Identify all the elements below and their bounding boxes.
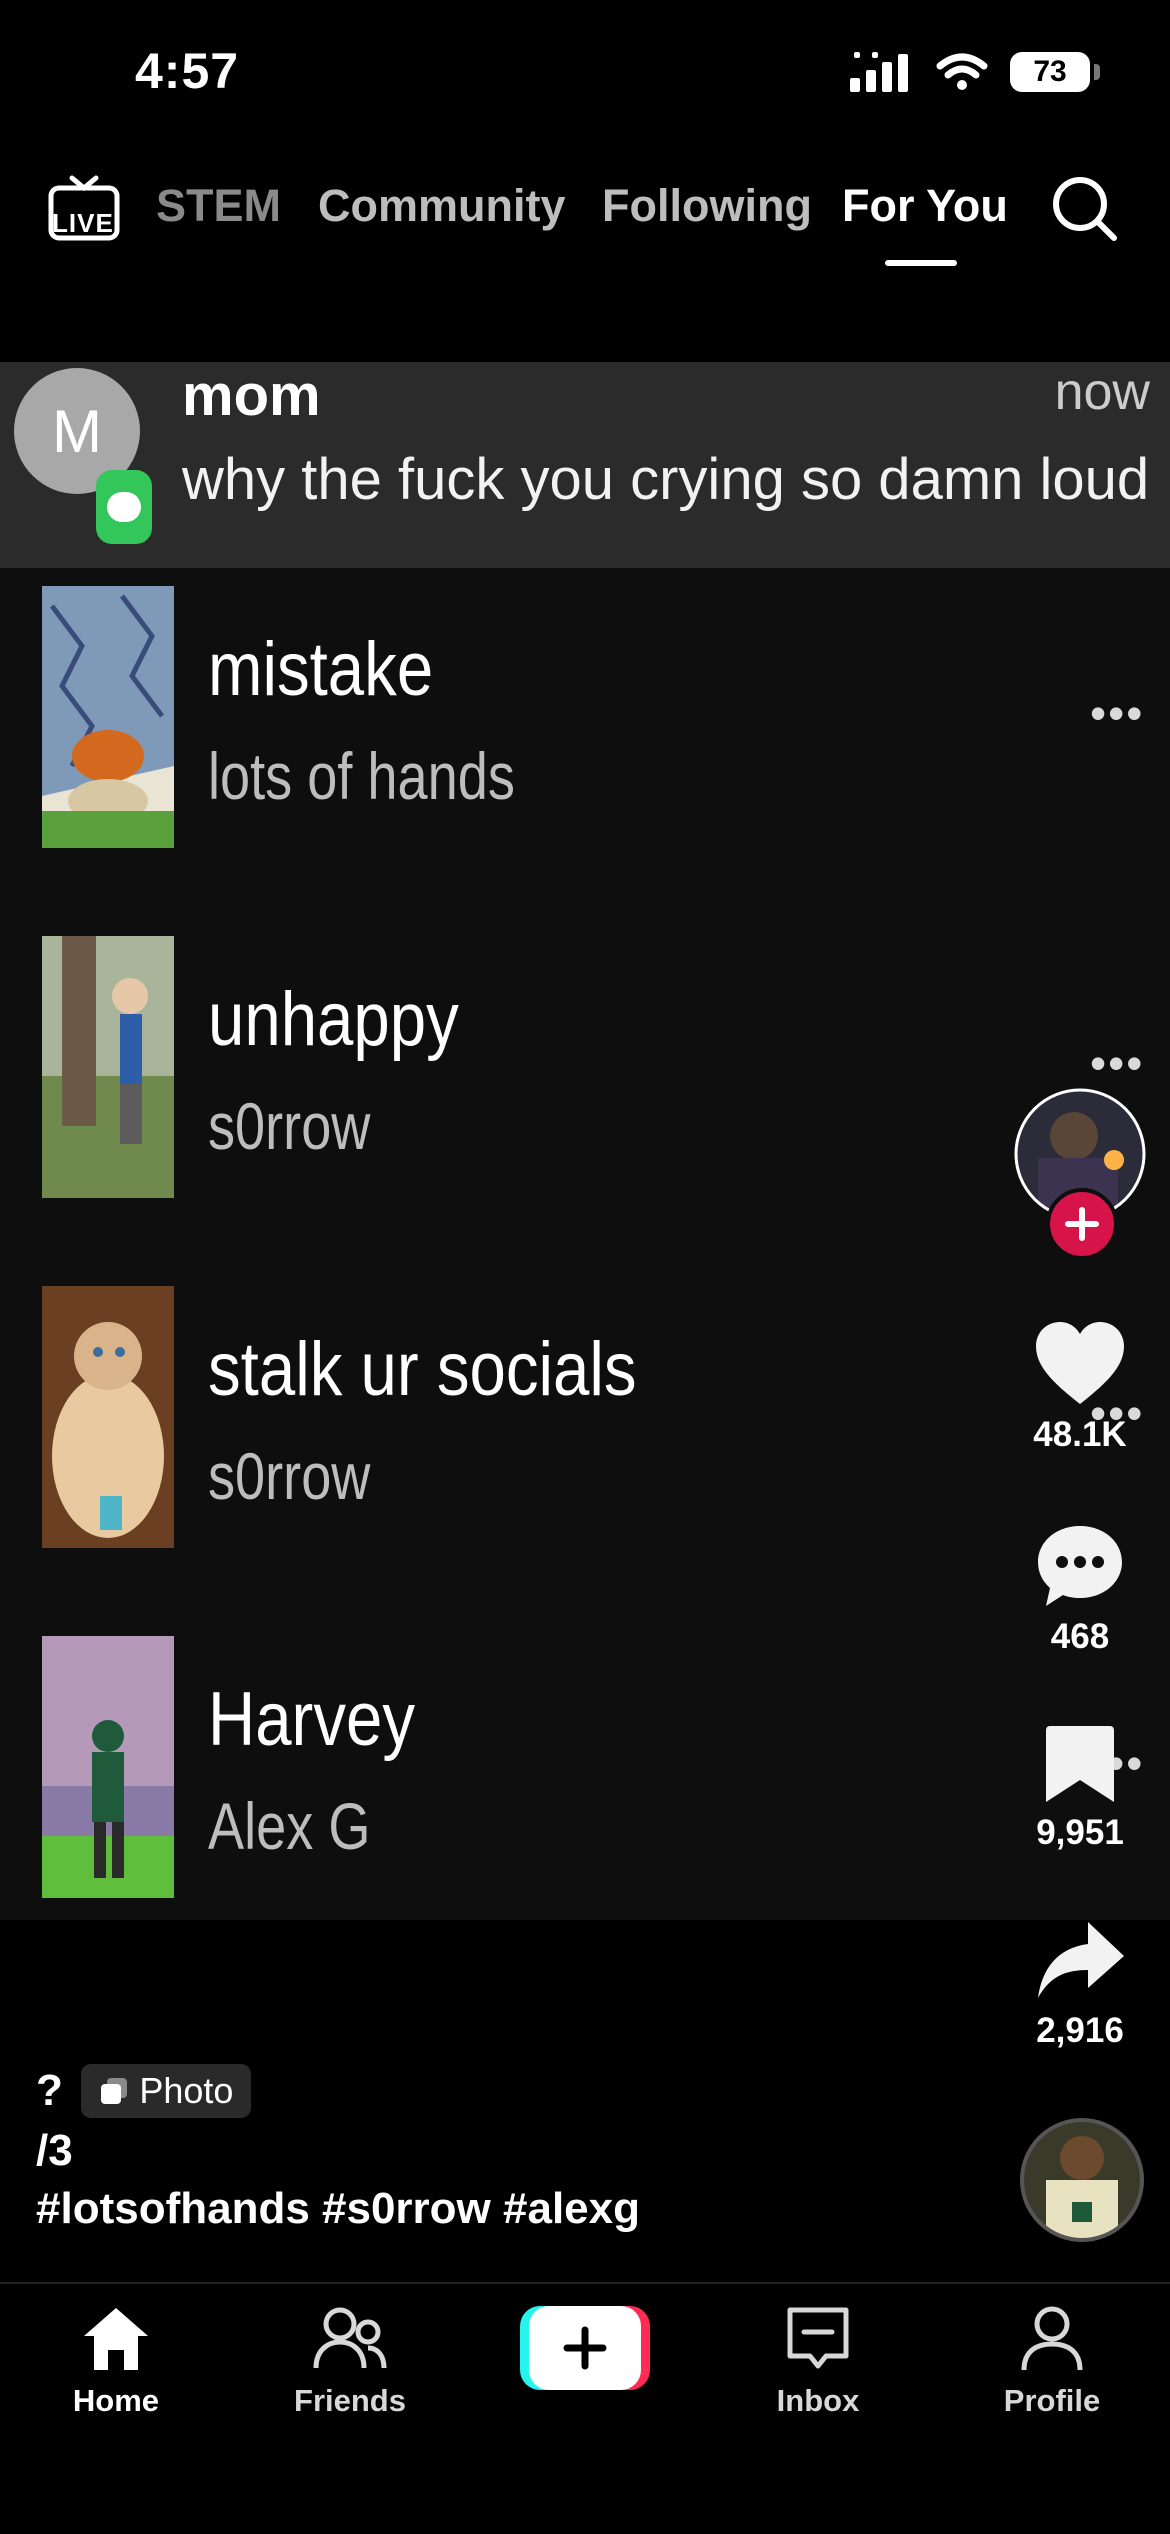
follow-plus-icon[interactable] xyxy=(1046,1188,1118,1260)
friends-icon xyxy=(313,2307,387,2369)
photo-page-indicator: /3 xyxy=(36,2126,73,2175)
caption-title: ? xyxy=(36,2066,63,2115)
live-button[interactable]: LIVE xyxy=(48,170,120,242)
track-title: unhappy xyxy=(208,977,459,1062)
track-artist: s0rrow xyxy=(208,1089,371,1163)
nav-home-label: Home xyxy=(72,2383,160,2418)
track-artist: s0rrow xyxy=(208,1439,371,1513)
search-button[interactable] xyxy=(1050,174,1120,249)
bottom-nav: Home Friends Inbox Profile xyxy=(0,2282,1170,2534)
bookmark-icon xyxy=(1046,1726,1114,1802)
profile-icon xyxy=(1021,2306,1083,2371)
share-arrow-icon xyxy=(1038,1922,1124,1998)
photo-badge-label: Photo xyxy=(139,2070,234,2111)
photo-badge: Photo xyxy=(81,2064,252,2118)
search-icon xyxy=(1053,177,1117,241)
caption-hashtags[interactable]: #lotsofhands #s0rrow #alexg xyxy=(36,2184,936,2234)
notification-message: why the fuck you crying so damn loud xyxy=(182,447,1150,512)
music-disc-avatar[interactable] xyxy=(1020,2118,1144,2242)
like-count: 48.1K xyxy=(1033,1415,1127,1454)
nav-friends[interactable]: Friends xyxy=(250,2304,450,2419)
status-icons: 73 xyxy=(850,52,1100,92)
tab-community[interactable]: Community xyxy=(318,180,566,232)
inbox-message-icon xyxy=(787,2307,849,2369)
active-tab-indicator xyxy=(885,260,957,266)
track-row: Harvey Alex G ••• xyxy=(0,1618,1170,1968)
nav-profile[interactable]: Profile xyxy=(952,2304,1152,2419)
comment-button[interactable]: 468 xyxy=(1020,1520,1140,1657)
bookmark-button[interactable]: 9,951 xyxy=(1020,1722,1140,1853)
tab-for-you[interactable]: For You xyxy=(842,180,1008,232)
message-notification[interactable]: M mom now why the fuck you crying so dam… xyxy=(0,362,1170,568)
plus-icon xyxy=(563,2326,607,2370)
create-post-button[interactable] xyxy=(520,2306,650,2390)
nav-profile-label: Profile xyxy=(1003,2383,1101,2418)
track-row: stalk ur socials s0rrow ••• xyxy=(0,1268,1170,1618)
live-label: LIVE xyxy=(52,208,114,238)
more-options-icon[interactable]: ••• xyxy=(1090,686,1144,740)
photo-stack-icon xyxy=(101,2078,128,2104)
album-art-harvey xyxy=(42,1636,174,1898)
creator-avatar-follow[interactable] xyxy=(1014,1088,1146,1260)
track-title: stalk ur socials xyxy=(208,1327,637,1412)
nav-friends-label: Friends xyxy=(294,2383,406,2418)
battery-indicator: 73 xyxy=(1010,52,1100,92)
wifi-icon xyxy=(936,53,988,90)
share-count: 2,916 xyxy=(1036,2011,1124,2050)
track-row: mistake lots of hands ••• xyxy=(0,568,1170,918)
track-title: mistake xyxy=(208,627,434,712)
nav-inbox-label: Inbox xyxy=(776,2383,860,2418)
track-artist: Alex G xyxy=(208,1789,371,1863)
top-nav: LIVE STEM Community Following For You xyxy=(0,170,1170,270)
home-icon xyxy=(84,2308,148,2370)
sound-disc-button[interactable] xyxy=(1020,2118,1144,2247)
tab-stem[interactable]: STEM xyxy=(156,180,281,232)
bookmark-count: 9,951 xyxy=(1036,1813,1124,1852)
album-art-stalk-ur-socials xyxy=(42,1286,174,1548)
status-time: 4:57 xyxy=(135,43,240,99)
share-button[interactable]: 2,916 xyxy=(1020,1918,1140,2051)
post-caption: ? Photo /3 #lotsofhands #s0rrow #alexg xyxy=(36,2064,936,2234)
tab-following[interactable]: Following xyxy=(602,180,812,232)
comment-bubble-icon xyxy=(1038,1526,1122,1606)
notification-sender: mom xyxy=(182,363,321,428)
playlist-photo[interactable]: mistake lots of hands ••• unhappy s0rrow… xyxy=(0,568,1170,1920)
nav-home[interactable]: Home xyxy=(16,2304,216,2419)
more-options-icon[interactable]: ••• xyxy=(1090,1036,1144,1090)
track-row: unhappy s0rrow ••• xyxy=(0,918,1170,1268)
album-art-unhappy xyxy=(42,936,174,1198)
track-title: Harvey xyxy=(208,1677,416,1762)
track-artist: lots of hands xyxy=(208,739,515,813)
nav-inbox[interactable]: Inbox xyxy=(718,2304,918,2419)
messages-app-icon xyxy=(96,470,152,544)
cellular-signal-icon xyxy=(850,52,908,92)
album-art-mistake xyxy=(42,586,174,848)
heart-icon xyxy=(1036,1322,1124,1404)
comment-count: 468 xyxy=(1050,1617,1110,1656)
like-button[interactable]: 48.1K xyxy=(1020,1318,1140,1455)
notification-time: now xyxy=(1054,363,1150,421)
